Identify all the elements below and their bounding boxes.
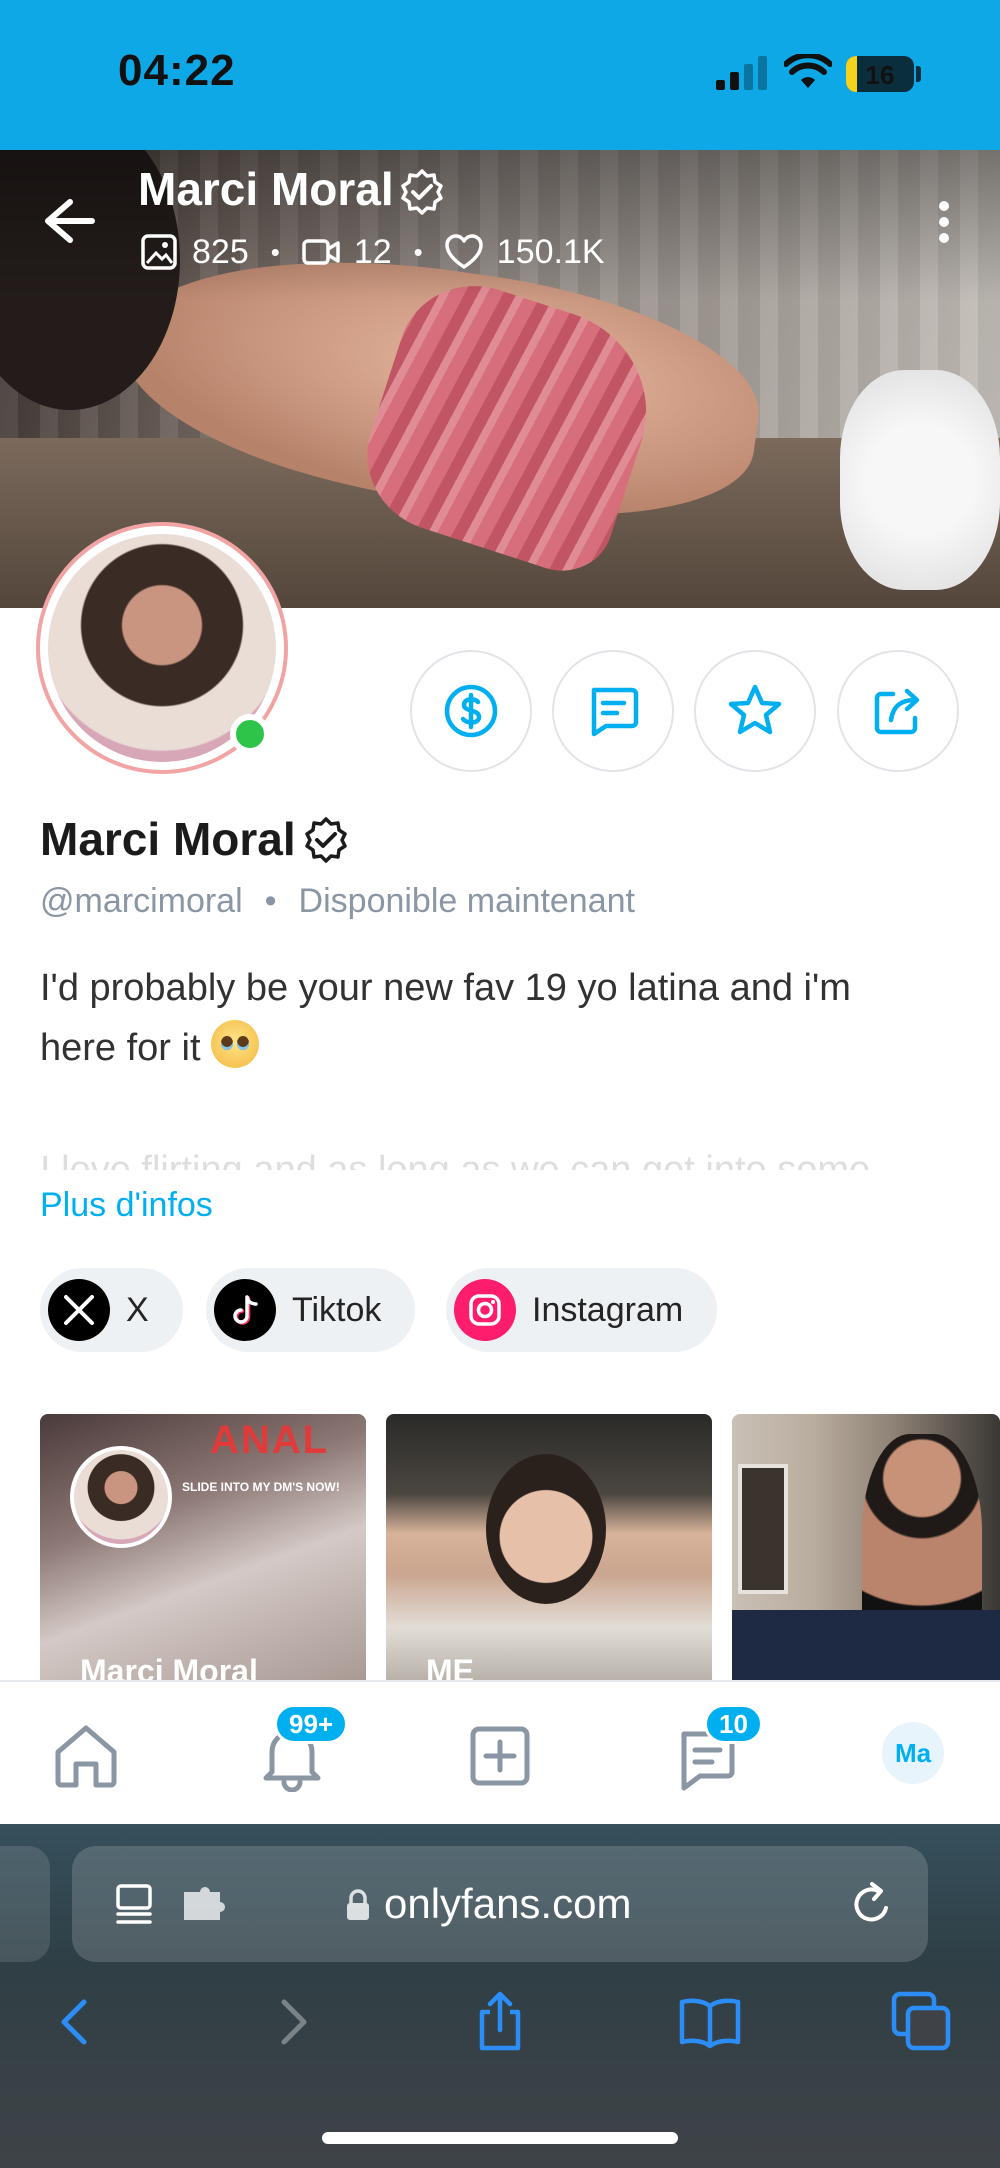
browser-bookmarks-button[interactable] xyxy=(678,1990,742,2060)
book-icon xyxy=(679,1998,741,2049)
browser-share-button[interactable] xyxy=(468,1990,532,2060)
likes-count: 150.1K xyxy=(496,232,605,271)
status-time: 04:22 xyxy=(118,46,236,95)
chevron-right-icon xyxy=(281,1999,307,2045)
home-indicator[interactable] xyxy=(322,2132,678,2144)
browser-back-button[interactable] xyxy=(44,1990,108,2060)
home-icon xyxy=(55,1725,117,1788)
url-text[interactable]: onlyfans.com xyxy=(384,1880,631,1928)
nav-home-button[interactable] xyxy=(50,1720,122,1792)
tip-button[interactable] xyxy=(410,650,532,772)
x-logo-icon xyxy=(48,1279,110,1341)
more-info-link[interactable]: Plus d'infos xyxy=(40,1186,213,1225)
bio-line-1: I'd probably be your new fav 19 yo latin… xyxy=(40,967,851,1009)
story-label: ME xyxy=(426,1653,474,1680)
nav-profile-avatar[interactable]: Ma xyxy=(882,1722,944,1784)
separator-dot: • xyxy=(264,882,277,920)
separator-dot: • xyxy=(270,236,280,267)
message-button[interactable] xyxy=(552,650,674,772)
verified-badge-icon xyxy=(401,169,443,215)
videos-count: 12 xyxy=(353,232,392,271)
profile-bio: I'd probably be your new fav 19 yo latin… xyxy=(40,958,960,1078)
story-card[interactable]: ANAL SLIDE INTO MY DM'S NOW! Marci Moral xyxy=(40,1414,366,1680)
previous-tab-peek[interactable] xyxy=(0,1846,50,1962)
social-label: X xyxy=(126,1290,149,1329)
browser-tabs-button[interactable] xyxy=(890,1990,954,2060)
online-status-dot xyxy=(230,714,270,754)
more-options-icon[interactable] xyxy=(930,198,958,246)
social-label: Tiktok xyxy=(292,1290,382,1329)
story-overlay-title: ANAL xyxy=(210,1418,330,1462)
pleading-face-emoji-icon xyxy=(211,1020,260,1068)
notifications-badge: 99+ xyxy=(274,1704,349,1744)
social-chip-instagram[interactable]: Instagram xyxy=(446,1268,718,1352)
cellular-signal-icon xyxy=(716,56,767,90)
add-post-icon xyxy=(470,1726,530,1786)
share-icon xyxy=(479,1991,521,2051)
story-card[interactable]: ME xyxy=(386,1414,712,1680)
extension-icon[interactable] xyxy=(180,1884,228,1924)
story-card[interactable] xyxy=(732,1414,1000,1680)
messages-badge: 10 xyxy=(704,1704,763,1744)
chevron-left-icon xyxy=(61,1999,87,2045)
share-icon xyxy=(874,688,920,735)
social-chip-tiktok[interactable]: Tiktok xyxy=(206,1268,416,1352)
heart-icon xyxy=(445,234,483,269)
profile-handle: @marcimoral xyxy=(40,882,243,920)
story-avatar xyxy=(70,1446,172,1548)
bio-line-2: here for it xyxy=(40,1027,201,1069)
verified-badge-icon xyxy=(305,817,347,863)
photo-icon xyxy=(141,234,177,270)
dollar-icon xyxy=(444,684,498,738)
wifi-icon xyxy=(784,54,832,88)
share-button[interactable] xyxy=(837,650,959,772)
battery-level-text: 16 xyxy=(865,60,895,90)
availability-status: Disponible maintenant xyxy=(298,882,635,920)
story-overlay-subtitle: SLIDE INTO MY DM'S NOW! xyxy=(182,1480,340,1494)
instagram-icon xyxy=(454,1279,516,1341)
reader-mode-icon[interactable] xyxy=(112,1880,160,1928)
star-icon xyxy=(728,684,782,735)
header-profile-name: Marci Moral xyxy=(138,163,394,215)
handle-row: @marcimoral • Disponible maintenant xyxy=(40,882,635,921)
video-icon xyxy=(302,239,340,265)
header-stats: 825 • 12 • 150.1K xyxy=(140,228,605,276)
profile-name: Marci Moral xyxy=(40,813,296,865)
back-arrow-icon[interactable] xyxy=(40,196,96,246)
story-wall-frame xyxy=(738,1464,788,1594)
message-icon xyxy=(591,687,639,737)
favorite-button[interactable] xyxy=(694,650,816,772)
battery-indicator: 16 xyxy=(846,56,914,92)
separator-dot: • xyxy=(413,236,423,267)
social-chip-x[interactable]: X xyxy=(40,1268,183,1352)
reload-icon[interactable] xyxy=(848,1880,896,1928)
story-wall-panel xyxy=(732,1610,1000,1680)
tiktok-icon xyxy=(214,1279,276,1341)
story-face xyxy=(486,1454,606,1604)
social-label: Instagram xyxy=(532,1290,684,1329)
tabs-icon xyxy=(891,1991,951,2051)
lock-icon xyxy=(347,1889,369,1920)
battery-cap xyxy=(916,66,921,82)
bio-faded-text: I love flirting and as long as we can ge… xyxy=(40,1149,871,1170)
browser-forward-button[interactable] xyxy=(260,1990,324,2060)
story-label: Marci Moral xyxy=(80,1653,258,1680)
cover-stocking xyxy=(840,370,1000,590)
photos-count: 825 xyxy=(192,232,249,271)
nav-add-post-button[interactable] xyxy=(464,1720,536,1792)
